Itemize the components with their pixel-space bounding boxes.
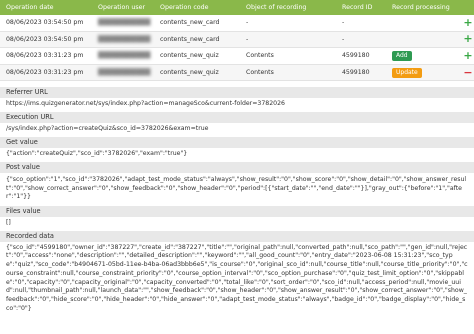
cell-object: - — [240, 31, 336, 49]
cell-object: - — [240, 15, 336, 32]
collapse-row-icon[interactable]: − — [456, 64, 474, 82]
cell-operation-date: 08/06/2023 03:31:23 pm — [0, 47, 92, 65]
blurred-user-name: ███████████ — [98, 19, 151, 27]
table-row[interactable]: 08/06/2023 03:54:50 pm ███████████ conte… — [0, 15, 474, 32]
operation-log-table: Operation date Operation user Operation … — [0, 0, 474, 82]
cell-operation-date: 08/06/2023 03:31:23 pm — [0, 64, 92, 82]
blurred-user-name: ███████████ — [98, 35, 151, 43]
blurred-user-name: ███████████ — [98, 52, 151, 60]
add-badge-button[interactable]: Add — [392, 50, 412, 61]
cell-operation-user: ███████████ — [92, 64, 154, 82]
table-row[interactable]: 08/06/2023 03:54:50 pm ███████████ conte… — [0, 31, 474, 49]
cell-record-id: - — [336, 15, 386, 32]
cell-operation-user: ███████████ — [92, 15, 154, 32]
column-header-operation-user[interactable]: Operation user — [92, 0, 154, 15]
expand-row-icon[interactable]: + — [456, 31, 474, 49]
cell-record-processing — [386, 31, 456, 49]
table-row[interactable]: 08/06/2023 03:31:23 pm ███████████ conte… — [0, 47, 474, 65]
cell-operation-user: ███████████ — [92, 47, 154, 65]
cell-record-id: - — [336, 31, 386, 49]
referrer-url-title: Referrer URL — [0, 87, 474, 98]
cell-operation-code: contents_new_quiz — [154, 47, 240, 65]
cell-operation-date: 08/06/2023 03:54:50 pm — [0, 15, 92, 32]
execution-url-value: /sys/index.php?action=createQuiz&sco_id=… — [6, 125, 209, 132]
post-value-content: {"sco_option":"1","sco_id":"3782026","ad… — [6, 176, 467, 201]
expand-row-icon[interactable]: + — [456, 15, 474, 32]
column-header-record-id[interactable]: Record ID — [336, 0, 386, 15]
column-header-operation-code[interactable]: Operation code — [154, 0, 240, 15]
cell-record-processing: Add — [386, 47, 456, 65]
expand-row-icon[interactable]: + — [456, 47, 474, 65]
execution-url-title: Execution URL — [0, 112, 474, 123]
column-header-toggle — [456, 0, 474, 15]
column-header-object[interactable]: Object of recording — [240, 0, 336, 15]
cell-record-id: 4599180 — [336, 47, 386, 65]
column-header-record-processing[interactable]: Record processing — [386, 0, 456, 15]
operation-log-page: Operation date Operation user Operation … — [0, 0, 474, 334]
cell-record-processing: Update — [386, 64, 456, 82]
cell-operation-code: contents_new_card — [154, 31, 240, 49]
table-row[interactable]: 08/06/2023 03:31:23 pm ███████████ conte… — [0, 64, 474, 82]
blurred-user-name: ███████████ — [98, 69, 151, 77]
cell-operation-date: 08/06/2023 03:54:50 pm — [0, 31, 92, 49]
table-header-row: Operation date Operation user Operation … — [0, 0, 474, 15]
cell-object: Contents — [240, 64, 336, 82]
cell-record-processing — [386, 15, 456, 32]
post-value-title: Post value — [0, 162, 474, 173]
cell-operation-code: contents_new_card — [154, 15, 240, 32]
update-badge-button[interactable]: Update — [392, 67, 422, 78]
recorded-data-title: Recorded data — [0, 230, 474, 242]
cell-operation-code: contents_new_quiz — [154, 64, 240, 82]
get-value-title: Get value — [0, 137, 474, 148]
expanded-record-details: Referrer URL https://ims.quizgenerator.n… — [0, 87, 474, 334]
cell-operation-user: ███████████ — [92, 31, 154, 49]
cell-object: Contents — [240, 47, 336, 65]
column-header-operation-date[interactable]: Operation date — [0, 0, 92, 15]
files-value-content: [] — [6, 218, 11, 226]
referrer-url-value: https://ims.quizgenerator.net/sys/index.… — [6, 100, 285, 107]
cell-record-id: 4599180 — [336, 64, 386, 82]
recorded-data-content: {"sco_id":"4599180","owner_id":"387227",… — [6, 243, 468, 312]
files-value-title: Files value — [0, 205, 474, 217]
get-value-content: {"action":"createQuiz","sco_id":"3782026… — [6, 150, 188, 157]
